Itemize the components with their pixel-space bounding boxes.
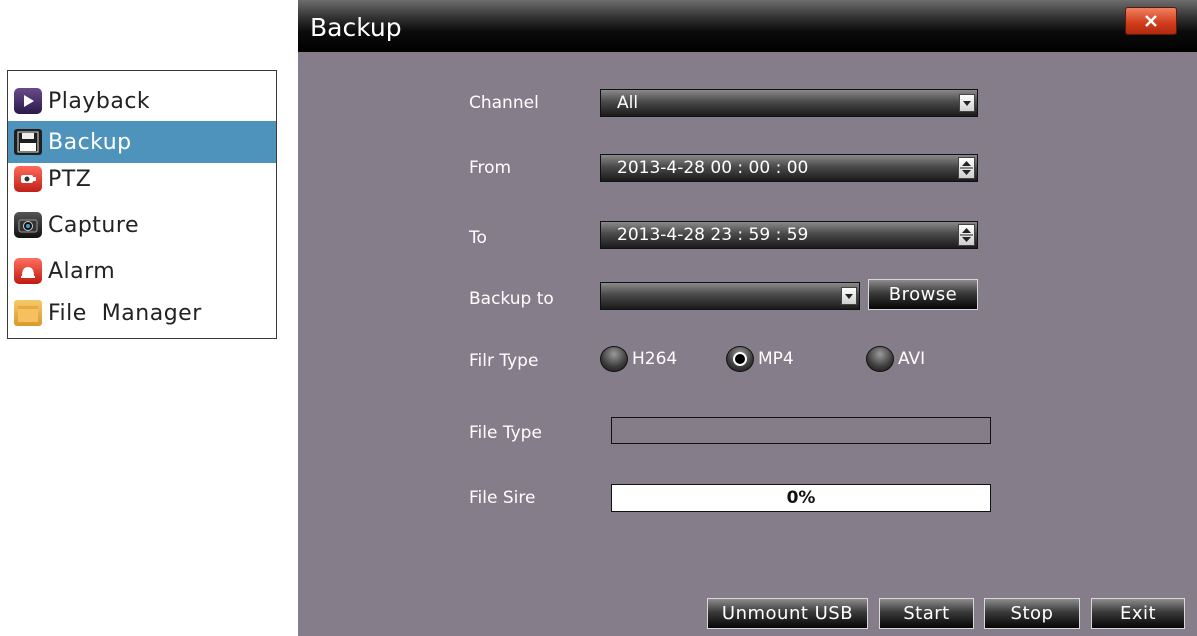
dialog-title: Backup (310, 13, 402, 42)
menu-item-label: Backup (48, 129, 132, 155)
radio-avi[interactable]: AVI (866, 346, 925, 372)
exit-button[interactable]: Exit (1091, 598, 1185, 629)
radio-icon (866, 346, 894, 372)
menu-item-file-manager[interactable]: File Manager (8, 295, 276, 331)
from-value: 2013-4-28 00 : 00 : 00 (617, 158, 809, 178)
file-sire-label: File Sire (469, 488, 536, 508)
camera-dome-icon (14, 166, 42, 192)
from-datetime-input[interactable]: 2013-4-28 00 : 00 : 00 (600, 154, 978, 182)
chevron-down-icon[interactable] (841, 287, 857, 305)
menu-item-alarm[interactable]: Alarm (8, 253, 276, 289)
to-value: 2013-4-28 23 : 59 : 59 (617, 225, 809, 245)
menu-item-label: Playback (48, 88, 151, 114)
to-label: To (469, 228, 487, 248)
file-type-label: File Type (469, 423, 542, 443)
stop-button[interactable]: Stop (984, 598, 1080, 629)
radio-checked-icon (726, 346, 754, 372)
menu-item-label: PTZ (48, 166, 92, 192)
from-label: From (469, 158, 512, 178)
channel-value: All (617, 93, 639, 113)
radio-h264[interactable]: H264 (600, 346, 677, 372)
play-icon (14, 88, 42, 114)
unmount-usb-button[interactable]: Unmount USB (707, 598, 868, 629)
floppy-disk-icon (14, 129, 42, 155)
menu-item-ptz[interactable]: PTZ (8, 163, 276, 195)
radio-label: H264 (632, 349, 678, 369)
radio-mp4[interactable]: MP4 (726, 346, 794, 372)
close-icon (1145, 15, 1157, 27)
channel-select[interactable]: All (600, 89, 978, 117)
channel-label: Channel (469, 93, 539, 113)
menu-item-label: File Manager (48, 300, 202, 326)
camera-icon (14, 212, 42, 238)
browse-button[interactable]: Browse (868, 279, 978, 310)
menu-item-label: Alarm (48, 258, 116, 284)
file-type-field (611, 417, 991, 444)
side-menu: Playback Backup PTZ Capture Alarm File M… (7, 70, 277, 339)
filr-type-label: Filr Type (469, 351, 539, 371)
backup-to-select[interactable] (600, 282, 860, 310)
menu-item-capture[interactable]: Capture (8, 207, 276, 243)
menu-item-label: Capture (48, 212, 139, 238)
progress-text: 0% (786, 488, 816, 508)
progress-bar: 0% (611, 484, 991, 512)
radio-icon (600, 346, 628, 372)
backup-to-label: Backup to (469, 289, 554, 309)
radio-label: AVI (898, 349, 926, 369)
spinner-icon[interactable] (958, 224, 975, 246)
menu-item-backup[interactable]: Backup (8, 121, 276, 163)
close-button[interactable] (1125, 7, 1177, 35)
alarm-icon (14, 258, 42, 284)
folder-icon (14, 300, 42, 326)
title-bar: Backup (298, 0, 1197, 52)
spinner-icon[interactable] (958, 157, 975, 179)
menu-item-playback[interactable]: Playback (8, 83, 276, 119)
to-datetime-input[interactable]: 2013-4-28 23 : 59 : 59 (600, 221, 978, 249)
radio-label: MP4 (758, 349, 794, 369)
start-button[interactable]: Start (879, 598, 974, 629)
chevron-down-icon[interactable] (959, 94, 975, 112)
backup-dialog: Backup Channel All From 2013-4-28 00 : 0… (298, 0, 1197, 636)
